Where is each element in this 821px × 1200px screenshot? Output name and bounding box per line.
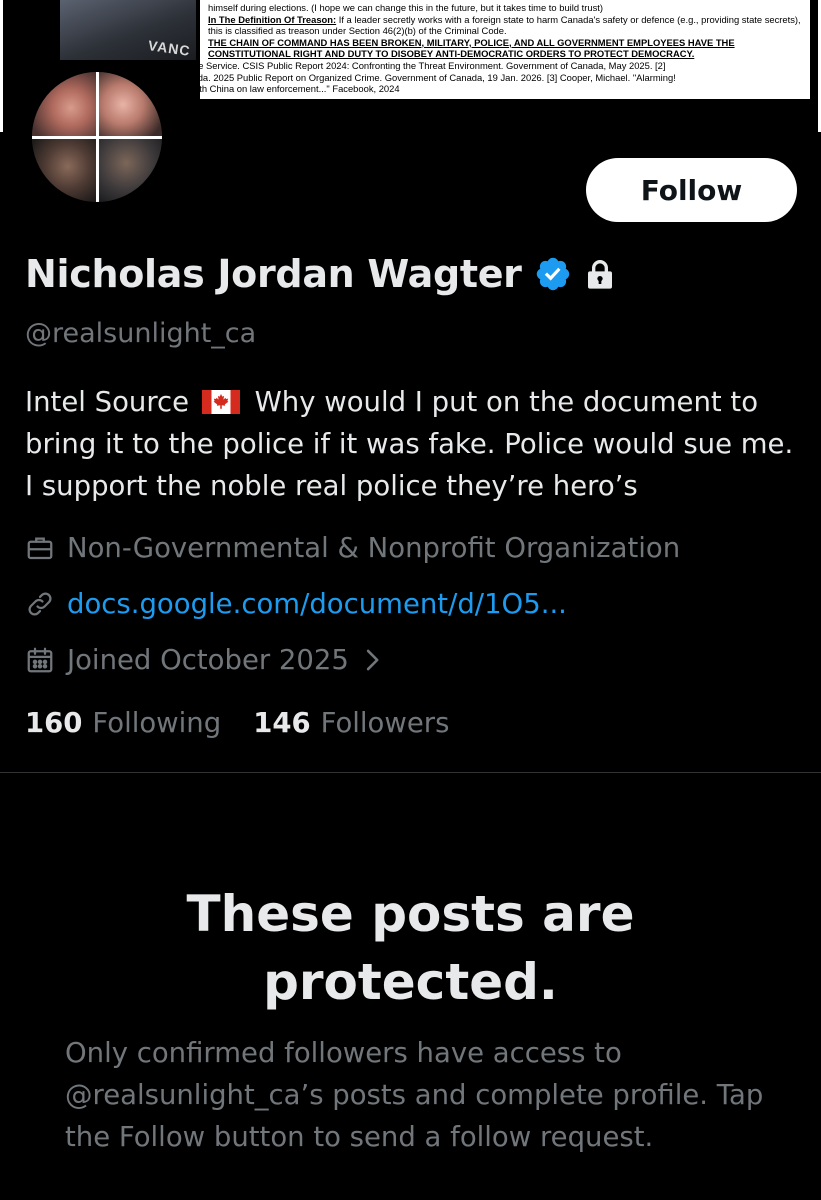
avatar[interactable] [28, 68, 166, 206]
followers-label: Followers [320, 707, 450, 739]
section-divider [0, 772, 821, 773]
profile-stats: 160 Following 146 Followers [25, 707, 449, 739]
avatar-photo-tile [97, 72, 162, 137]
followers-count: 146 [253, 707, 311, 739]
protected-title-line: These posts are [186, 885, 635, 943]
verified-badge-icon[interactable] [534, 255, 572, 293]
profile-bio: Intel Source Why would I put on the docu… [25, 381, 805, 507]
profile-name-row: Nicholas Jordan Wagter [25, 246, 614, 302]
link-icon [28, 592, 52, 616]
doc-ref: Intelligence Service. CSIS Public Report… [156, 59, 666, 71]
website-link[interactable]: docs.google.com/document/d/1O5... [67, 588, 567, 620]
profile-joined[interactable]: Joined October 2025 [25, 644, 381, 676]
doc-ref: vice Canada. 2025 Public Report on Organ… [156, 71, 676, 83]
banner-photo-text: VANC [147, 37, 192, 59]
briefcase-icon [27, 537, 53, 560]
doc-treason-label: In The Definition Of Treason: [208, 13, 337, 25]
followers-stat[interactable]: 146 Followers [253, 707, 449, 739]
banner-border [0, 0, 3, 132]
joined-text: Joined October 2025 [67, 644, 349, 676]
follow-button[interactable]: Follow [586, 158, 797, 222]
doc-ref: operate with China on law enforcement...… [156, 83, 400, 95]
following-count: 160 [25, 707, 83, 739]
avatar-divider [32, 136, 162, 139]
following-label: Following [92, 707, 222, 739]
bio-prefix: Intel Source [25, 386, 190, 418]
protected-title: These posts are protected. [0, 880, 821, 1016]
doc-references: Intelligence Service. CSIS Public Report… [156, 60, 802, 95]
protected-title-line: protected. [263, 953, 558, 1011]
profile-name: Nicholas Jordan Wagter [25, 252, 522, 296]
following-stat[interactable]: 160 Following [25, 707, 221, 739]
banner-document: himself during elections. (I hope we can… [156, 0, 810, 99]
profile-website[interactable]: docs.google.com/document/d/1O5... [25, 588, 567, 620]
profile-handle: @realsunlight_ca [25, 318, 257, 349]
avatar-photo-tile [32, 72, 97, 137]
protected-message: Only confirmed followers have access to … [65, 1037, 764, 1153]
doc-chain-of-command: THE CHAIN OF COMMAND HAS BEEN BROKEN, MI… [208, 36, 735, 60]
canada-flag-icon [201, 390, 240, 414]
banner-photo: VANC [60, 0, 196, 60]
lock-icon [587, 260, 612, 289]
avatar-photo-tile [32, 137, 97, 202]
avatar-photo-tile [97, 137, 162, 202]
doc-treason-paragraph: In The Definition Of Treason: If a leade… [208, 14, 802, 37]
profile-category: Non-Governmental & Nonprofit Organizatio… [25, 532, 680, 564]
doc-line: himself during elections. (I hope we can… [208, 2, 603, 13]
category-text: Non-Governmental & Nonprofit Organizatio… [67, 532, 681, 564]
chevron-right-icon[interactable] [363, 647, 381, 673]
calendar-icon [27, 647, 53, 673]
